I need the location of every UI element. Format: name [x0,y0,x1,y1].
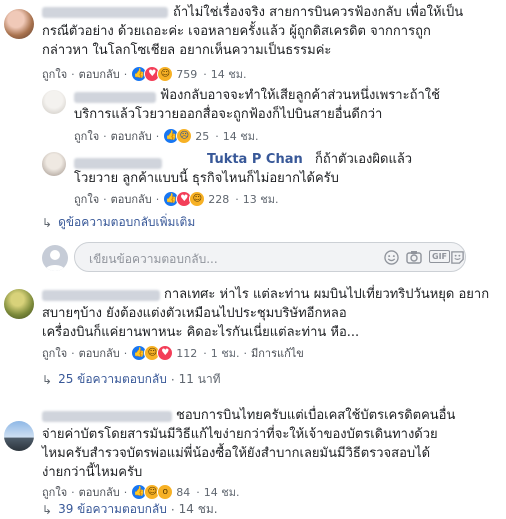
reactions[interactable]: 👍 ☺ o [131,484,174,500]
comment-actions: ถูกใจ · ตอบกลับ · 👍 ☹ 25 · 14 ชม. [74,128,258,144]
comment-text-line: ถ้าไม่ใช่เรื่องจริง สายการบินควรฟ้องกลับ… [173,5,464,20]
reactions[interactable]: 👍 ♥ ☺ [163,191,206,207]
timestamp[interactable]: 1 ชม. [211,344,240,362]
commenter-name[interactable]: Tukta P Chan [207,150,303,169]
comment-text-line: จ่ายค่าบัตรโดยสารมันมีวิธีแก้ไขง่ายกว่าท… [42,427,438,442]
comment-text-line: กรณีตัวอย่าง ด้วยเถอะค่ะ เจอหลายครั้งแล้… [42,24,431,39]
comment-text-line: ไหมครับสำรวจบัตรพ่อแม่พี่น้องซื้อให้ยังส… [42,446,431,461]
avatar[interactable] [4,421,34,451]
emoji-icon[interactable] [384,250,399,265]
view-replies-link[interactable]: ↳ 25 ข้อความตอบกลับ · 11 นาที [42,370,221,389]
avatar [42,245,68,271]
thread-time: 11 นาที [178,372,221,386]
reaction-count: 228 [208,192,230,206]
comment-text-line: ฟ้องกลับอาจจะทำให้เสียลูกค้าส่วนหนึ่งเพร… [160,88,440,103]
gif-icon[interactable]: GIF [429,250,451,263]
reply-link[interactable]: ตอบกลับ [111,190,152,208]
comment-actions: ถูกใจ · ตอบกลับ · 👍 ☺ o 84 · 14 ชม. [42,484,239,500]
reply-link[interactable]: ตอบกลับ [79,344,120,362]
camera-icon[interactable] [406,250,422,265]
like-link[interactable]: ถูกใจ [74,190,99,208]
comment-actions: ถูกใจ · ตอบกลับ · 👍 ♥ ☺ 759 · 14 ชม. [42,66,246,82]
like-link[interactable]: ถูกใจ [74,127,99,145]
like-link[interactable]: ถูกใจ [42,65,67,83]
reply-input-placeholder[interactable]: เขียนข้อความตอบกลับ... [89,250,218,269]
avatar[interactable] [42,90,66,114]
love-reaction-icon: ♥ [157,345,174,361]
avatar[interactable] [4,289,34,319]
edited-label[interactable]: มีการแก้ไข [251,344,304,362]
reply-arrow-icon: ↳ [42,372,53,387]
sticker-icon[interactable] [450,250,465,265]
reply-arrow-icon: ↳ [42,215,53,230]
commenter-name[interactable] [42,411,172,422]
timestamp[interactable]: 14 ชม. [223,127,259,145]
haha-reaction-icon: ☺ [157,66,174,82]
timestamp[interactable]: 14 ชม. [211,65,247,83]
timestamp[interactable]: 14 ชม. [204,483,240,501]
comment-text-line: สบายๆบ้าง ยังต้องแต่งตัวเหมือนไปประชุมบร… [42,306,347,321]
comment-actions: ถูกใจ · ตอบกลับ · 👍 ☺ ♥ 112 · 1 ชม. · มีการแก้… [42,345,304,361]
comment-text-line: กาลเทศะ ห่าไร แต่ละท่าน ผมบินไปเที่ยวทริ… [164,287,490,302]
reaction-count: 84 [176,485,191,499]
comment-text-line: ง่ายกว่านี้ไหมครับ [42,465,143,480]
commenter-name[interactable] [42,7,168,18]
comment-text-line: ชอบการบินไทยครับแต่เบื่อเคสใช้บัตรเครดิต… [176,408,456,423]
commenter-name[interactable] [74,92,156,103]
reaction-count: 112 [176,346,198,360]
view-more-replies-link[interactable]: ↳ ดูข้อความตอบกลับเพิ่มเติม [42,213,195,232]
avatar[interactable] [4,9,34,39]
sad-reaction-icon: ☹ [176,128,193,144]
comment-text-line: บริการแล้วโวยวายออกสื่อจะถูกฟ้องก็ไปบินส… [74,107,383,122]
reply-link[interactable]: ตอบกลับ [79,483,120,501]
reaction-count: 759 [176,67,198,81]
reply-link[interactable]: ตอบกลับ [111,127,152,145]
comment-text-line: โวยวาย ลูกค้าแบบนี้ ธุรกิจไหนก็ไม่อยากได… [74,171,339,186]
reactions[interactable]: 👍 ☺ ♥ [131,345,174,361]
like-link[interactable]: ถูกใจ [42,483,67,501]
reply-input-box[interactable]: เขียนข้อความตอบกลับ... GIF [74,242,466,272]
comment-text-line: ก็ถ้าตัวเองผิดแล้ว [315,152,413,167]
like-link[interactable]: ถูกใจ [42,344,67,362]
reactions[interactable]: 👍 ♥ ☺ [131,66,174,82]
user-silhouette-icon [45,250,65,271]
wow-reaction-icon: o [157,484,174,500]
timestamp[interactable]: 13 ชม. [243,190,279,208]
commenter-name[interactable] [42,290,160,301]
reactions[interactable]: 👍 ☹ [163,128,193,144]
comment-actions: ถูกใจ · ตอบกลับ · 👍 ♥ ☺ 228 · 13 ชม. [74,191,278,207]
comment-text-line: เครื่องบินก็แค่ยานพาหนะ คิดอะไรกันเนี่ยแ… [42,325,360,340]
reply-link[interactable]: ตอบกลับ [79,65,120,83]
commenter-blurred-name[interactable] [74,158,162,169]
avatar[interactable] [42,152,66,176]
comment-text-line: กล่าวหา ในโลกโซเชียล อยากเห็นความเป็นธรร… [42,43,332,58]
haha-reaction-icon: ☺ [189,191,206,207]
reaction-count: 25 [195,129,210,143]
